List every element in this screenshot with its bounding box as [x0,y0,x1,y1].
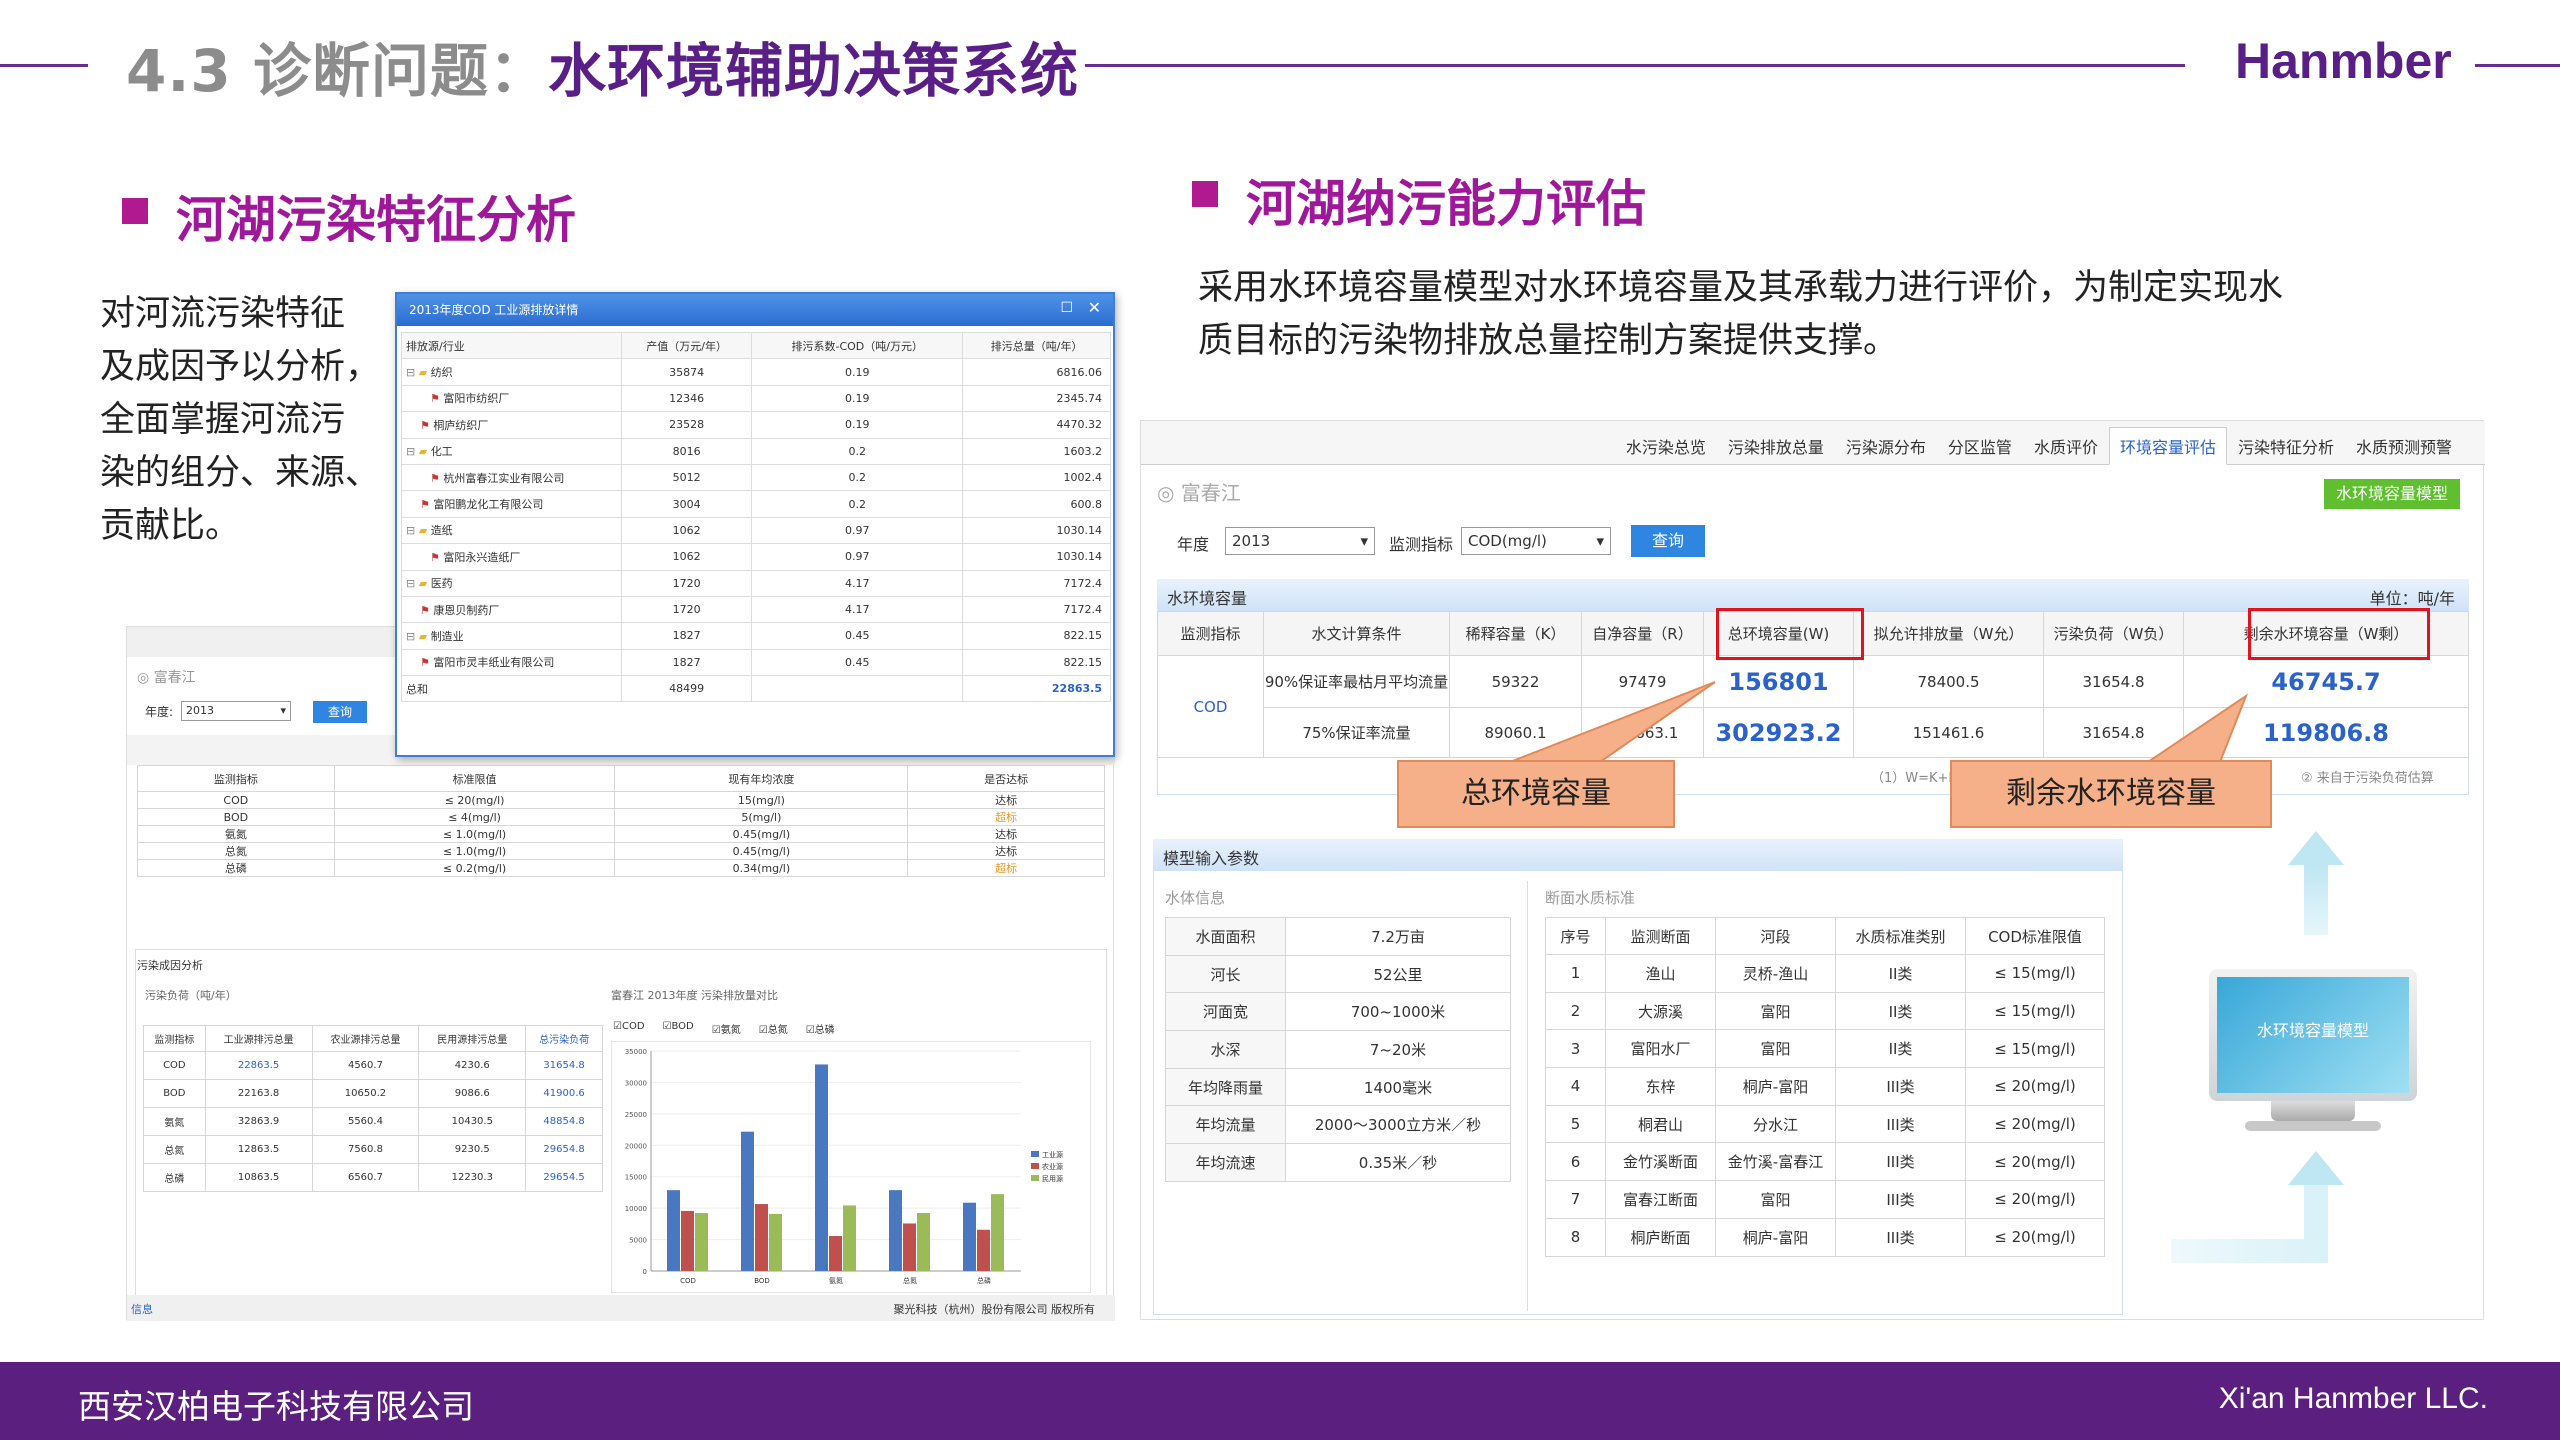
footer-bar: 西安汉柏电子科技有限公司 Xi'an Hanmber LLC. [0,1362,2560,1440]
footer-company-cn: 西安汉柏电子科技有限公司 [78,1387,474,1426]
callout-pointers [1509,681,2249,763]
footer-company-en: Xi'an Hanmber LLC. [2218,1382,2488,1415]
callout-remaining-capacity: 剩余水环境容量 [1950,760,2272,828]
callout-total-capacity: 总环境容量 [1397,760,1675,828]
